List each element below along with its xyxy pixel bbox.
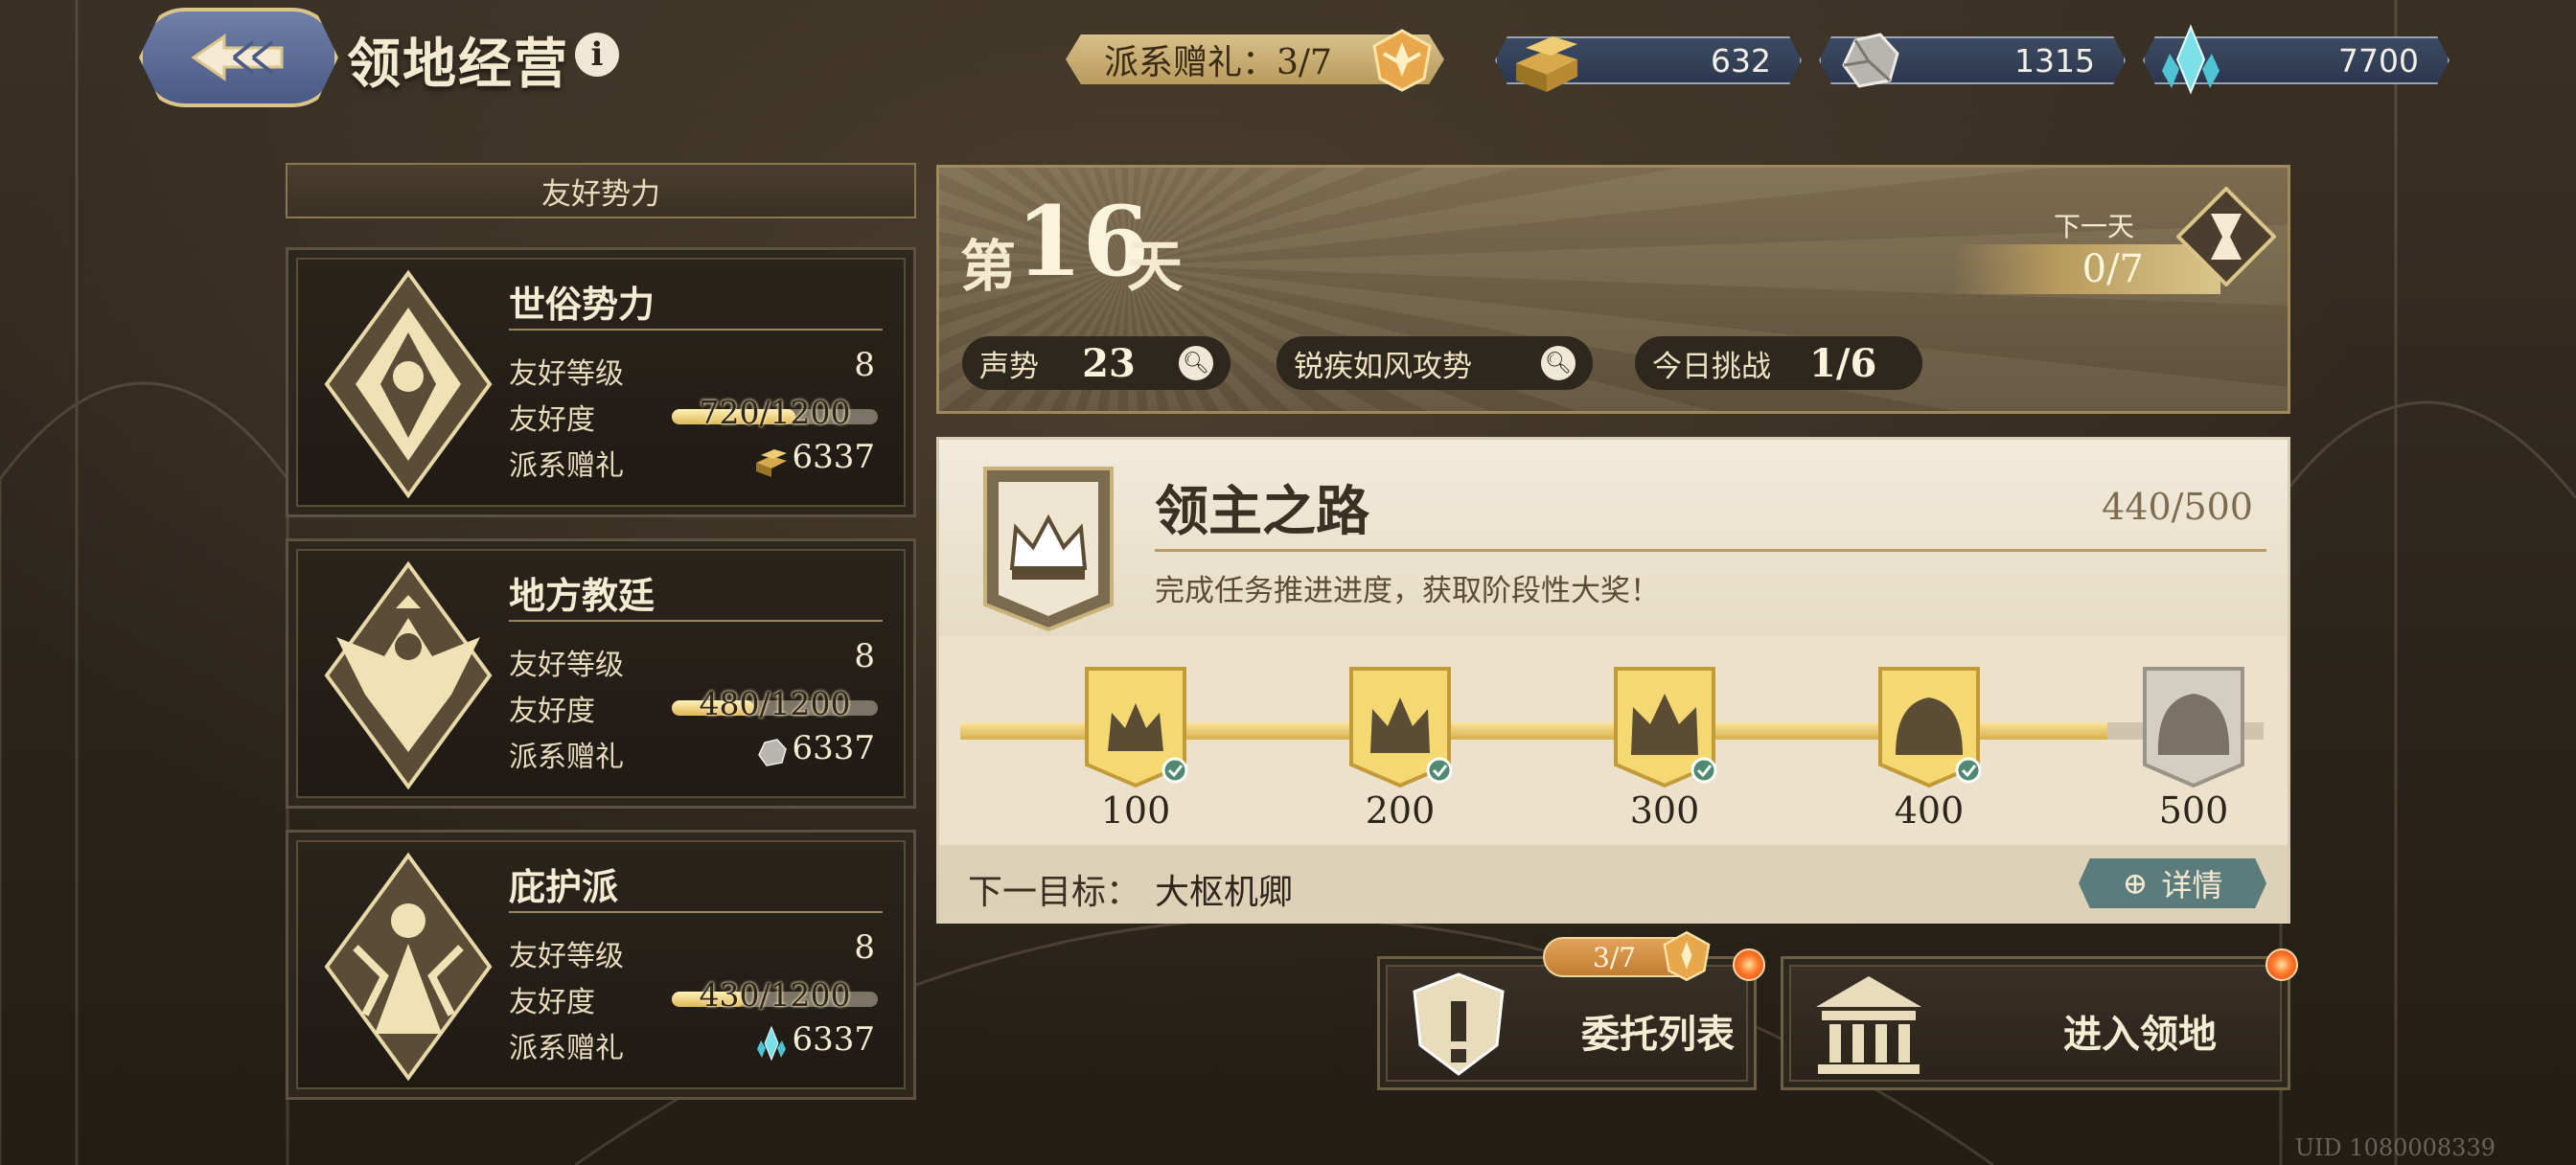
detail-button[interactable]: ⊕ 详情 <box>2079 858 2266 908</box>
milestone-label: 100 <box>1100 789 1171 832</box>
faction-level-label: 友好等级 <box>509 940 624 973</box>
enter-territory-label: 进入领地 <box>2063 1012 2217 1057</box>
zoom-in-icon: ⊕ <box>2122 865 2149 902</box>
gold-bar-icon <box>1516 36 1577 92</box>
milestone-label: 300 <box>1629 789 1700 832</box>
faction-affinity-value: 720/1200 <box>699 394 851 431</box>
milestone-crown-100-icon[interactable] <box>1083 665 1188 789</box>
milestone-crown-200-icon[interactable] <box>1347 665 1453 789</box>
faction-card-secular[interactable]: 世俗势力 友好等级 8 友好度 720/1200 派系赠礼 6337 <box>286 247 916 517</box>
next-day-progress-value: 0/7 <box>2082 247 2144 291</box>
faction-level-value: 8 <box>854 637 875 675</box>
church-faction-emblem-icon <box>324 560 493 790</box>
faction-name: 庇护派 <box>509 865 619 908</box>
day-panel: 第 16 天 下一天 0/7 声势 23 🔍︎ 锐疾如风攻势 🔍︎ 今日挑战 1… <box>936 165 2290 414</box>
back-button[interactable] <box>139 8 338 107</box>
momentum-value: 23 <box>1082 340 1136 386</box>
crystal-value: 7700 <box>2338 41 2419 80</box>
enter-territory-button[interactable]: 进入领地 <box>1781 956 2290 1090</box>
faction-level-value: 8 <box>854 928 875 967</box>
lord-road-divider <box>1155 549 2266 552</box>
faction-gift-value: 6337 <box>792 729 875 767</box>
momentum-stat[interactable]: 声势 23 🔍︎ <box>962 336 1230 390</box>
lord-road-header: 领主之路 440/500 完成任务推进进度，获取阶段性大奖！ <box>939 440 2288 636</box>
commission-notification-dot <box>1733 948 1765 981</box>
territory-notification-dot <box>2266 948 2298 981</box>
faction-emblem-icon <box>1372 29 1432 92</box>
lord-road-progress: 440/500 <box>2102 486 2253 528</box>
faction-affinity-label: 友好度 <box>509 986 595 1019</box>
search-icon: 🔍︎ <box>1541 346 1576 380</box>
next-goal-bar: 下一目标： 大枢机卿 ⊕ 详情 <box>939 845 2288 924</box>
commission-list-label: 委托列表 <box>1581 1012 1735 1057</box>
faction-divider <box>509 620 883 622</box>
temple-icon <box>1816 976 1921 1074</box>
crown-badge-icon <box>983 467 1114 632</box>
ore-value: 1315 <box>2014 41 2095 80</box>
faction-gift-counter-text: 派系赠礼：3/7 <box>1104 43 1332 82</box>
crystal-icon <box>2162 24 2220 95</box>
faction-name: 世俗势力 <box>509 283 656 326</box>
faction-card-church[interactable]: 地方教廷 友好等级 8 友好度 480/1200 派系赠礼 6337 <box>286 538 916 809</box>
faction-level-label: 友好等级 <box>509 649 624 682</box>
faction-affinity-value: 480/1200 <box>699 685 851 722</box>
faction-affinity-value: 430/1200 <box>699 976 851 1014</box>
next-goal-label: 下一目标： <box>968 873 1141 912</box>
commission-counter-value: 3/7 <box>1593 941 1637 973</box>
next-day-label: 下一天 <box>2053 211 2134 242</box>
ore-icon <box>1842 33 1899 88</box>
hourglass-icon[interactable] <box>2176 187 2276 286</box>
faction-name: 地方教廷 <box>509 574 656 617</box>
faction-level-value: 8 <box>854 346 875 384</box>
detail-button-label: 详情 <box>2161 867 2223 903</box>
friendly-factions-header: 友好势力 <box>286 163 916 218</box>
offensive-stat[interactable]: 锐疾如风攻势 🔍︎ <box>1276 336 1593 390</box>
faction-gift-label: 派系赠礼 <box>509 741 624 774</box>
info-icon[interactable]: i <box>575 33 619 77</box>
ore-icon <box>758 739 787 766</box>
faction-affinity-label: 友好度 <box>509 403 595 437</box>
commission-shield-icon <box>1413 972 1505 1076</box>
milestone-label: 200 <box>1365 789 1436 832</box>
daily-challenge-value: 1/6 <box>1809 340 1877 386</box>
momentum-label: 声势 <box>979 349 1039 384</box>
page-title: 领地经营 <box>347 33 569 96</box>
lord-road-description: 完成任务推进进度，获取阶段性大奖！ <box>1155 574 1660 608</box>
gold-bar-icon <box>756 449 787 477</box>
milestone-crown-400-icon[interactable] <box>1876 665 1982 789</box>
faction-divider <box>509 329 883 331</box>
back-arrow-icon <box>191 34 284 81</box>
gold-bar-value: 632 <box>1711 41 1771 80</box>
faction-divider <box>509 911 883 913</box>
faction-card-protector[interactable]: 庇护派 友好等级 8 友好度 430/1200 派系赠礼 6337 <box>286 830 916 1100</box>
faction-gift-label: 派系赠礼 <box>509 449 624 483</box>
crystal-icon <box>757 1025 786 1062</box>
milestone-track: 100 200 300 400 500 <box>939 636 2288 845</box>
lord-road-panel: 领主之路 440/500 完成任务推进进度，获取阶段性大奖！ 100 200 3… <box>936 437 2290 924</box>
milestone-label: 500 <box>2158 789 2229 832</box>
secular-faction-emblem-icon <box>324 269 493 499</box>
day-suffix: 天 <box>1127 234 1184 299</box>
next-goal-value: 大枢机卿 <box>1155 873 1294 912</box>
faction-level-label: 友好等级 <box>509 357 624 391</box>
daily-challenge-stat[interactable]: 今日挑战 1/6 <box>1635 336 1922 390</box>
faction-emblem-icon <box>1663 930 1711 982</box>
faction-gift-value: 6337 <box>792 1020 875 1059</box>
day-prefix: 第 <box>960 234 1017 299</box>
lord-road-title: 领主之路 <box>1155 480 1369 543</box>
faction-gift-value: 6337 <box>792 438 875 476</box>
milestone-label: 400 <box>1894 789 1965 832</box>
milestone-crown-300-icon[interactable] <box>1612 665 1717 789</box>
user-id: UID 1080008339 <box>2294 1134 2496 1161</box>
protector-faction-emblem-icon <box>324 852 493 1082</box>
faction-gift-label: 派系赠礼 <box>509 1032 624 1065</box>
faction-affinity-label: 友好度 <box>509 695 595 728</box>
friendly-factions-title: 友好势力 <box>541 176 660 212</box>
offensive-label: 锐疾如风攻势 <box>1294 349 1472 384</box>
search-icon: 🔍︎ <box>1178 346 1213 380</box>
daily-challenge-label: 今日挑战 <box>1652 349 1771 384</box>
milestone-crown-500-icon[interactable] <box>2141 665 2246 789</box>
